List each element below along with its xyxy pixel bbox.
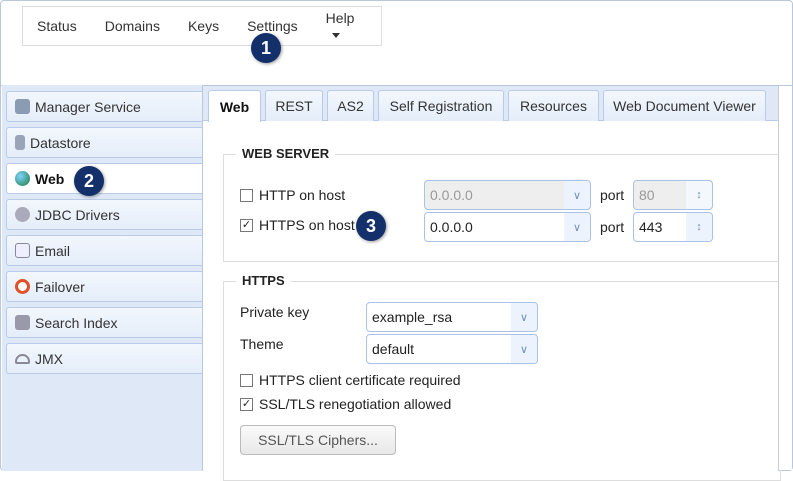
content-panel: Web REST AS2 Self Registration Resources… [202, 86, 781, 481]
client-cert-label: HTTPS client certificate required [259, 372, 461, 388]
callout-badge-1: 1 [251, 33, 281, 63]
stepper-arrows-icon[interactable]: ↕ [686, 213, 712, 241]
tab-web[interactable]: Web [208, 90, 261, 122]
sidebar-item-jdbc-drivers[interactable]: JDBC Drivers [6, 199, 204, 230]
chevron-down-icon[interactable]: ∨ [511, 335, 537, 363]
sidebar-item-email[interactable]: Email [6, 235, 204, 266]
tab-self-registration[interactable]: Self Registration [378, 90, 504, 121]
client-cert-checkbox[interactable]: HTTPS client certificate required [240, 372, 461, 388]
sidebar: Manager Service Datastore Web JDBC Drive… [2, 85, 204, 471]
gauge-icon [15, 353, 30, 364]
checkbox-checked[interactable]: ✓ [240, 218, 253, 232]
sidebar-item-label: Search Index [35, 314, 118, 331]
checkbox-unchecked[interactable] [240, 188, 253, 202]
http-host-value: 0.0.0.0 [430, 187, 473, 203]
https-section: HTTPS Private key example_rsa ∨ Theme def… [223, 273, 781, 481]
stepper-arrows-icon: ↕ [686, 181, 712, 209]
ssl-ciphers-button[interactable]: SSL/TLS Ciphers... [240, 425, 396, 455]
http-port-stepper: 80 ↕ [633, 180, 713, 210]
https-port-stepper[interactable]: 443 ↕ [633, 212, 713, 242]
lifebuoy-icon [15, 279, 30, 294]
top-menu: Status Domains Keys Settings Help [22, 6, 382, 46]
sidebar-item-jmx[interactable]: JMX [6, 343, 204, 374]
gears-icon [15, 207, 30, 222]
checkbox-unchecked[interactable] [240, 373, 253, 387]
port-label: port [600, 187, 625, 203]
theme-value: default [372, 341, 415, 357]
https-host-value: 0.0.0.0 [430, 219, 473, 235]
sidebar-item-label: Datastore [30, 134, 91, 151]
sidebar-item-label: Failover [35, 278, 85, 295]
menu-status[interactable]: Status [37, 18, 77, 34]
tab-web-document-viewer[interactable]: Web Document Viewer [603, 90, 766, 121]
tab-rest[interactable]: REST [265, 90, 323, 121]
chevron-down-icon[interactable]: ∨ [564, 213, 590, 241]
menu-settings[interactable]: Settings [247, 18, 298, 34]
tab-bar: Web REST AS2 Self Registration Resources… [203, 86, 779, 122]
menu-help-label: Help [325, 10, 355, 26]
web-server-section: WEB SERVER HTTP on host 0.0.0.0 ∨ port 80… [223, 146, 781, 262]
https-port-value: 443 [639, 219, 663, 235]
renegotiation-label: SSL/TLS renegotiation allowed [259, 396, 452, 412]
sidebar-item-failover[interactable]: Failover [6, 271, 204, 302]
envelope-icon [15, 243, 30, 258]
menu-help[interactable]: Help [325, 10, 355, 42]
callout-badge-3: 3 [356, 211, 386, 241]
http-port-value: 80 [639, 187, 655, 203]
port-label: port [600, 219, 625, 235]
tab-as2[interactable]: AS2 [327, 90, 374, 121]
https-checkbox[interactable]: ✓ HTTPS on host [240, 217, 355, 233]
scrollbar[interactable] [778, 86, 792, 470]
private-key-select[interactable]: example_rsa ∨ [366, 302, 538, 332]
sidebar-item-label: Web [35, 170, 65, 187]
server-icon [15, 99, 30, 114]
http-host-select: 0.0.0.0 ∨ [424, 180, 591, 210]
tab-resources[interactable]: Resources [508, 90, 599, 121]
theme-label: Theme [240, 336, 284, 352]
sidebar-item-label: Manager Service [35, 98, 141, 115]
database-icon [15, 135, 25, 150]
sidebar-item-datastore[interactable]: Datastore [6, 127, 204, 158]
chevron-down-icon: ∨ [564, 181, 590, 209]
chevron-down-icon[interactable]: ∨ [511, 303, 537, 331]
callout-badge-2: 2 [74, 166, 104, 196]
sidebar-item-web[interactable]: Web [6, 163, 204, 194]
search-index-icon [15, 315, 30, 330]
caret-down-icon [331, 32, 340, 38]
section-title: HTTPS [236, 273, 291, 288]
section-title: WEB SERVER [236, 146, 336, 161]
sidebar-item-search-index[interactable]: Search Index [6, 307, 204, 338]
menu-domains[interactable]: Domains [105, 18, 160, 34]
sidebar-item-label: JDBC Drivers [35, 206, 120, 223]
sidebar-item-label: JMX [35, 350, 63, 367]
sidebar-item-label: Email [35, 242, 71, 259]
checkbox-checked[interactable]: ✓ [240, 397, 253, 411]
globe-icon [15, 171, 30, 186]
menu-keys[interactable]: Keys [188, 18, 219, 34]
private-key-value: example_rsa [372, 309, 453, 325]
http-label: HTTP on host [259, 187, 346, 203]
https-host-select[interactable]: 0.0.0.0 ∨ [424, 212, 591, 242]
sidebar-item-manager-service[interactable]: Manager Service [6, 91, 204, 122]
private-key-label: Private key [240, 304, 310, 320]
renegotiation-checkbox[interactable]: ✓ SSL/TLS renegotiation allowed [240, 396, 451, 412]
http-checkbox[interactable]: HTTP on host [240, 187, 345, 203]
theme-select[interactable]: default ∨ [366, 334, 538, 364]
https-label: HTTPS on host [259, 217, 355, 233]
